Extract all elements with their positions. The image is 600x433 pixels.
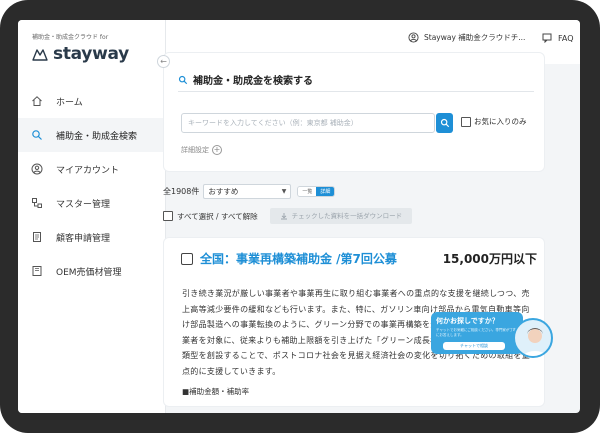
search-input[interactable]: キーワードを入力してください（例：東京都 補助金）: [181, 113, 435, 133]
chat-bubble-icon: [542, 33, 552, 43]
sidebar-nav: ホーム 補助金・助成金検索 マイアカウント マスター管理 顧客申請管理 OEM売…: [18, 84, 166, 288]
bulk-download-label: チェックした資料を一括ダウンロード: [291, 212, 403, 220]
sidebar-item-applications[interactable]: 顧客申請管理: [18, 220, 166, 254]
sidebar-item-account[interactable]: マイアカウント: [18, 152, 166, 186]
brand[interactable]: stayway: [32, 44, 129, 64]
favorites-only-checkbox[interactable]: お気に入りのみ: [461, 116, 527, 127]
bulk-actions: すべて選択 / すべて解除 チェックした資料を一括ダウンロード: [163, 208, 413, 224]
user-name: Stayway 補助金クラウドチ...: [424, 33, 526, 42]
select-all-checkbox[interactable]: [163, 211, 173, 221]
chevron-down-icon: ▼: [281, 188, 287, 195]
sidebar-item-label: ホーム: [56, 97, 83, 108]
sidebar-item-oem[interactable]: OEM売価材管理: [18, 254, 166, 288]
home-icon: [30, 94, 44, 108]
results-count: 全1908件: [163, 187, 200, 196]
sidebar-item-master[interactable]: マスター管理: [18, 186, 166, 220]
chat-start-button[interactable]: チャットで相談: [443, 342, 505, 350]
select-all-label[interactable]: すべて選択 / すべて解除: [177, 211, 258, 222]
download-icon: [280, 213, 287, 220]
sort-value: おすすめ: [208, 187, 239, 196]
sort-select[interactable]: おすすめ ▼: [203, 184, 292, 199]
search-title: 補助金・助成金を検索する: [178, 72, 313, 87]
view-toggle[interactable]: 一覧 詳細: [297, 186, 336, 197]
sidebar-item-search[interactable]: 補助金・助成金検索: [18, 118, 166, 152]
view-detail-button[interactable]: 詳細: [316, 187, 335, 196]
search-icon: [30, 128, 44, 142]
brand-name: stayway: [53, 44, 129, 64]
sidebar: 補助金・助成金クラウド for stayway ホーム 補助金・助成金検索 マイ…: [18, 20, 166, 413]
sidebar-item-label: マイアカウント: [56, 165, 120, 176]
result-amount: 15,000万円以下: [442, 252, 537, 266]
sidebar-item-home[interactable]: ホーム: [18, 84, 166, 118]
divider: [178, 91, 534, 92]
chat-widget[interactable]: 何かお探しですか？ チャットでお気軽にご相談ください。専門家が丁寧にお答えします…: [431, 312, 523, 354]
sidebar-item-label: マスター管理: [56, 199, 111, 210]
brand-subtitle: 補助金・助成金クラウド for: [32, 34, 109, 41]
folder-icon: [30, 264, 44, 278]
search-panel: 補助金・助成金を検索する キーワードを入力してください（例：東京都 補助金） お…: [163, 52, 545, 172]
support-avatar[interactable]: [513, 318, 553, 358]
search-icon: [178, 75, 188, 84]
search-button[interactable]: [436, 113, 453, 133]
collapse-sidebar-button[interactable]: ←: [157, 55, 170, 68]
faq-label: FAQ: [558, 33, 574, 43]
view-list-button[interactable]: 一覧: [298, 187, 317, 196]
master-icon: [30, 196, 44, 210]
stayway-logo-icon: [32, 49, 48, 61]
checkbox[interactable]: [461, 116, 471, 127]
chat-subtitle: チャットでお気軽にご相談ください。専門家が丁寧にお答えします。: [436, 328, 517, 337]
plus-circle-icon: +: [212, 145, 222, 155]
result-card-header: 全国：事業再構築補助金 /第7回公募 15,000万円以下: [181, 250, 537, 267]
chat-title: 何かお探しですか？: [436, 317, 499, 325]
result-checkbox[interactable]: [181, 252, 193, 265]
results-toolbar: 全1908件 おすすめ ▼ 一覧 詳細: [163, 184, 336, 199]
sidebar-item-label: OEM売価材管理: [56, 267, 122, 278]
favorites-label: お気に入りのみ: [474, 117, 527, 126]
user-icon: [408, 32, 419, 43]
result-title-link[interactable]: 全国：事業再構築補助金 /第7回公募: [200, 250, 397, 267]
detail-settings-label: 詳細設定: [181, 146, 209, 154]
detail-settings-toggle[interactable]: 詳細設定 +: [181, 145, 222, 155]
bulk-download-button[interactable]: チェックした資料を一括ダウンロード: [269, 208, 413, 224]
faq-link[interactable]: FAQ: [542, 33, 574, 43]
sidebar-item-label: 補助金・助成金検索: [56, 131, 138, 142]
search-icon: [440, 118, 449, 128]
document-icon: [30, 230, 44, 244]
search-title-text: 補助金・助成金を検索する: [193, 76, 313, 87]
user-menu[interactable]: Stayway 補助金クラウドチ...: [408, 32, 525, 43]
sidebar-item-label: 顧客申請管理: [56, 233, 111, 244]
result-section-heading: ■補助金額・補助率: [182, 387, 250, 396]
user-icon: [30, 162, 44, 176]
